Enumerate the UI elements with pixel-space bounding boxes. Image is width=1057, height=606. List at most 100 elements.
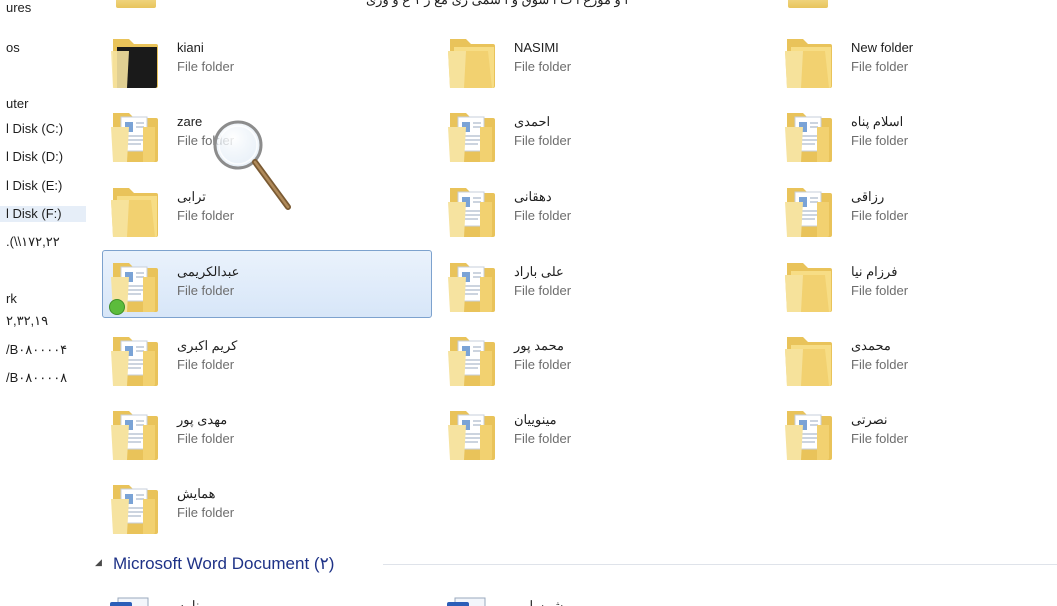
folder-dark-icon xyxy=(107,31,163,91)
folder-icon xyxy=(781,255,837,315)
sync-overlay-icon xyxy=(109,299,125,315)
nav-item-network-host-2[interactable]: /B۰۸۰۰۰۰۴ xyxy=(0,342,67,358)
folder-type: File folder xyxy=(514,431,572,446)
folder-docs-icon xyxy=(107,477,163,537)
nav-item-network-host-3[interactable]: /B۰۸۰۰۰۰۸ xyxy=(0,370,67,386)
group-header-label: Microsoft Word Document (۲) xyxy=(113,554,335,573)
folder-type: File folder xyxy=(851,208,909,223)
folder-item[interactable]: فرزام نیا File folder xyxy=(776,250,1057,318)
folder-name: همایش xyxy=(177,486,216,501)
folder-type: File folder xyxy=(851,357,909,372)
folder-name: اسلام پناه xyxy=(851,114,904,129)
folder-docs-icon xyxy=(444,329,500,389)
folder-type: File folder xyxy=(851,59,909,74)
nav-item-pictures[interactable]: ures xyxy=(0,0,31,16)
nav-item-network[interactable]: rk xyxy=(0,291,17,307)
folder-docs-icon xyxy=(781,105,837,165)
folder-type: File folder xyxy=(514,283,572,298)
folder-icon xyxy=(781,329,837,389)
folder-docs-icon xyxy=(781,403,837,463)
folder-name: کریم اکبری xyxy=(177,338,238,353)
folder-item[interactable]: اسلام پناه File folder xyxy=(776,100,1057,168)
folder-docs-icon xyxy=(107,329,163,389)
folder-type: File folder xyxy=(851,283,909,298)
folder-name: kiani xyxy=(177,40,204,55)
folder-item[interactable]: دهقانی File folder xyxy=(439,175,769,243)
nav-item-network-host-1[interactable]: ۲,۳۲,۱۹ xyxy=(0,313,48,329)
word-document-item[interactable]: W شمسایی xyxy=(445,594,745,606)
folder-name: محمد پور xyxy=(514,338,564,353)
folder-name: مینوییان xyxy=(514,412,557,427)
folder-item[interactable]: New folder File folder xyxy=(776,26,1057,94)
folder-item[interactable]: مینوییان File folder xyxy=(439,398,769,466)
clipped-top-row: ا و موزع ا ت ا سوق و ا سمی ری مع ر ۱ ع و… xyxy=(88,0,1057,8)
folder-docs-icon xyxy=(107,255,163,315)
folder-type: File folder xyxy=(514,208,572,223)
folder-item[interactable]: علی باراد File folder xyxy=(439,250,769,318)
folder-type: File folder xyxy=(177,208,235,223)
nav-item-disk-d[interactable]: l Disk (D:) xyxy=(0,149,63,165)
folder-name: دهقانی xyxy=(514,189,552,204)
folder-name: zare xyxy=(177,114,203,129)
word-document-item[interactable]: W برنامه xyxy=(108,594,408,606)
folder-item[interactable]: محمدی File folder xyxy=(776,324,1057,392)
group-header-divider xyxy=(383,564,1057,565)
folder-docs-icon xyxy=(444,403,500,463)
folder-type: File folder xyxy=(851,133,909,148)
nav-item-disk-e[interactable]: l Disk (E:) xyxy=(0,178,62,194)
folder-item[interactable]: محمد پور File folder xyxy=(439,324,769,392)
folder-item[interactable]: نصرتی File folder xyxy=(776,398,1057,466)
nav-item-network-drive[interactable]: .(\\۱۷۲,۲۲ xyxy=(0,234,60,250)
folder-name: علی باراد xyxy=(514,264,564,279)
folder-name: NASIMI xyxy=(514,40,559,55)
document-name: برنامه xyxy=(178,598,211,606)
folder-item[interactable]: NASIMI File folder xyxy=(439,26,769,94)
folder-icon xyxy=(781,31,837,91)
folder-type: File folder xyxy=(514,133,572,148)
folder-name: New folder xyxy=(851,40,914,55)
folder-item[interactable]: zare File folder xyxy=(102,100,432,168)
file-list-view: ا و موزع ا ت ا سوق و ا سمی ری مع ر ۱ ع و… xyxy=(88,0,1057,606)
folder-name: رزاقی xyxy=(851,189,885,204)
folder-name: ترابی xyxy=(177,189,206,204)
folder-item[interactable]: مهدی پور File folder xyxy=(102,398,432,466)
clipped-text: ا و موزع ا ت ا سوق و ا سمی ری مع ر ۱ ع و… xyxy=(366,0,628,8)
folder-type: File folder xyxy=(177,133,235,148)
folder-docs-icon xyxy=(107,105,163,165)
folder-item[interactable]: همایش File folder xyxy=(102,472,432,540)
folder-docs-icon xyxy=(444,180,500,240)
folder-name: محمدی xyxy=(851,338,891,353)
folder-type: File folder xyxy=(177,505,235,520)
folder-name: مهدی پور xyxy=(177,412,228,427)
folder-type: File folder xyxy=(177,431,235,446)
folder-item[interactable]: احمدی File folder xyxy=(439,100,769,168)
nav-item-computer[interactable]: uter xyxy=(0,96,28,112)
folder-item[interactable]: عبدالکریمی File folder xyxy=(102,250,432,318)
folder-docs-icon xyxy=(444,255,500,315)
folder-item[interactable]: ترابی File folder xyxy=(102,175,432,243)
nav-item-videos[interactable]: os xyxy=(0,40,20,56)
folder-name: عبدالکریمی xyxy=(177,264,240,279)
nav-item-disk-c[interactable]: l Disk (C:) xyxy=(0,121,63,137)
folder-item[interactable]: رزاقی File folder xyxy=(776,175,1057,243)
folder-item[interactable]: kiani File folder xyxy=(102,26,432,94)
folder-type: File folder xyxy=(177,59,235,74)
navigation-pane: ures os uter l Disk (C:) l Disk (D:) l D… xyxy=(0,0,88,606)
folder-type: File folder xyxy=(177,357,235,372)
folder-docs-icon xyxy=(781,180,837,240)
folder-docs-icon xyxy=(107,403,163,463)
folder-type: File folder xyxy=(177,283,235,298)
collapse-triangle-icon[interactable]: ◢ xyxy=(95,557,102,568)
folder-name: نصرتی xyxy=(851,412,888,427)
word-document-icon: W xyxy=(108,594,152,606)
folder-name: احمدی xyxy=(514,114,551,129)
word-document-icon: W xyxy=(445,594,489,606)
folder-icon xyxy=(788,0,828,8)
folder-item[interactable]: کریم اکبری File folder xyxy=(102,324,432,392)
document-name: شمسایی xyxy=(515,598,564,606)
nav-item-disk-f[interactable]: l Disk (F:) xyxy=(0,206,86,222)
folder-type: File folder xyxy=(514,59,572,74)
group-header-word-documents[interactable]: ◢ Microsoft Word Document (۲) xyxy=(93,553,1057,575)
folder-icon xyxy=(444,31,500,91)
folder-docs-icon xyxy=(444,105,500,165)
